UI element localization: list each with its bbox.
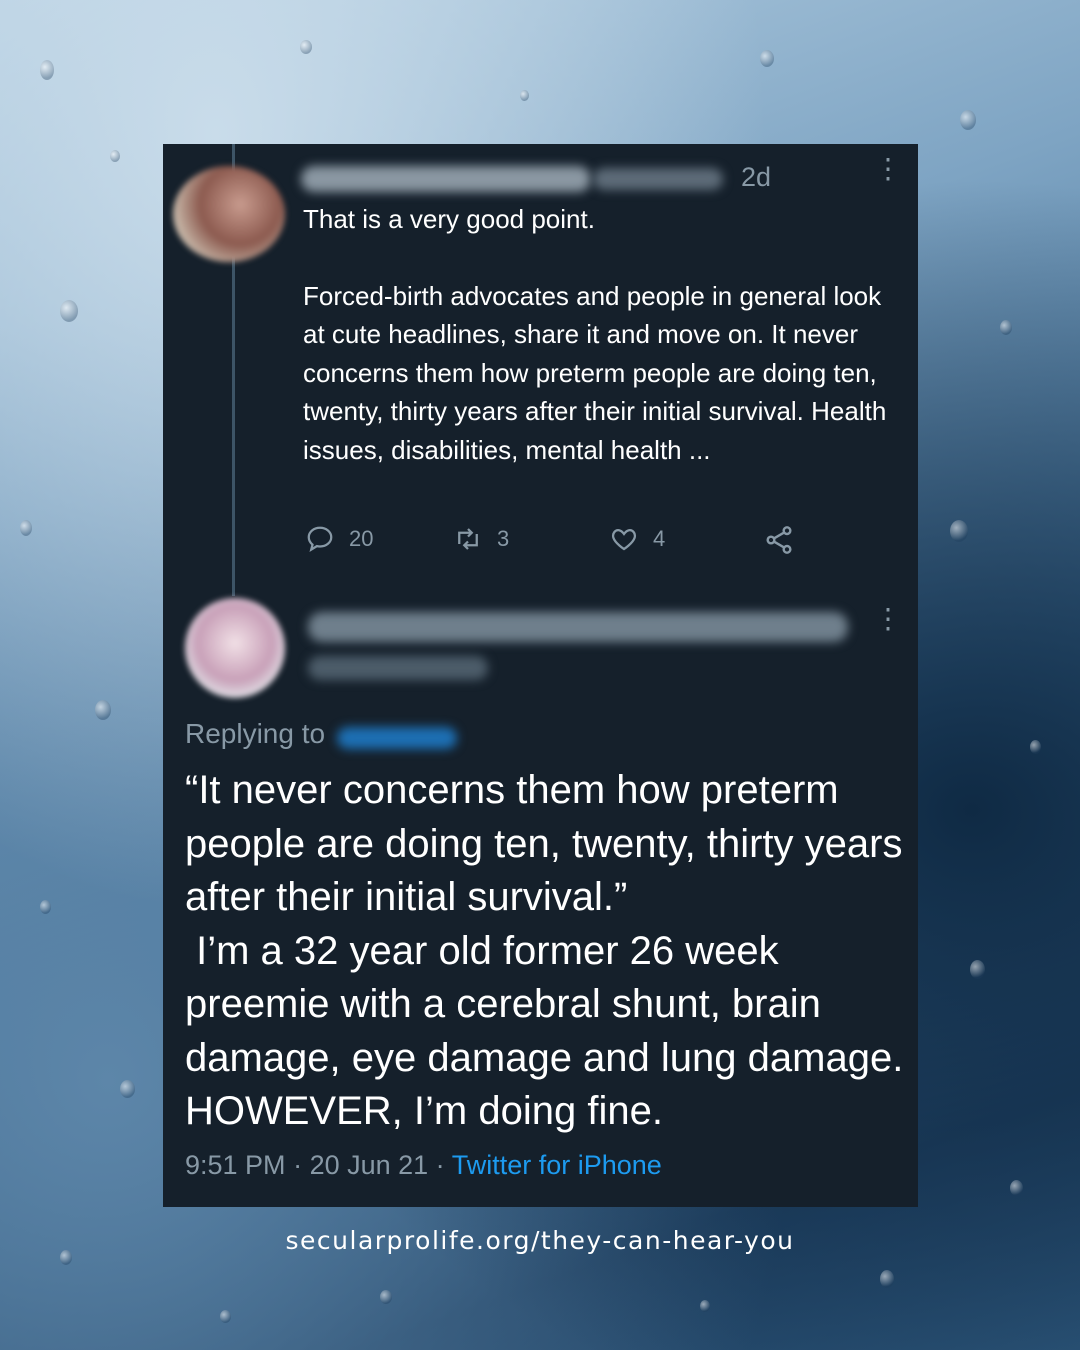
share-icon	[766, 526, 792, 554]
meta-separator: ·	[285, 1150, 310, 1180]
meta-separator: ·	[428, 1150, 452, 1180]
replying-to-label: Replying to	[185, 718, 326, 749]
tweet-paragraph: Forced-birth advocates and people in gen…	[303, 280, 887, 465]
reply-count: 20	[349, 526, 374, 551]
retweet-button[interactable]: 3	[453, 524, 509, 554]
tweet-paragraph: That is a very good point.	[303, 204, 595, 234]
redacted-handle	[308, 656, 488, 680]
retweet-icon	[458, 528, 478, 550]
tweet-body: That is a very good point. Forced-birth …	[303, 200, 903, 507]
redacted-reply-handle[interactable]	[337, 727, 457, 749]
redacted-username	[301, 166, 591, 192]
tweet-date: 20 Jun 21	[309, 1150, 429, 1180]
avatar[interactable]	[173, 166, 285, 262]
more-vertical-icon[interactable]: ⋮	[874, 155, 902, 183]
tweet-meta: 9:51 PM · 20 Jun 21 · Twitter for iPhone	[185, 1150, 662, 1181]
retweet-count: 3	[497, 526, 510, 551]
redacted-handle	[593, 168, 723, 190]
redacted-username	[308, 612, 848, 642]
avatar[interactable]	[185, 598, 285, 698]
tweet-timestamp: 2d	[741, 162, 772, 192]
share-button[interactable]	[763, 524, 795, 556]
tweet-time: 9:51 PM	[185, 1150, 286, 1180]
reply-icon	[307, 526, 333, 553]
tweet-thread-card: 2d ⋮ That is a very good point. Forced-b…	[163, 144, 918, 1207]
reply-button[interactable]: 20	[305, 524, 373, 554]
like-button[interactable]: 4	[609, 524, 665, 554]
more-vertical-icon[interactable]: ⋮	[874, 605, 902, 633]
footer-url: secularprolife.org/they-can-hear-you	[285, 1226, 795, 1255]
main-tweet-text: “It never concerns them how preterm peop…	[185, 768, 904, 1133]
tweet-actions: 20 3 4	[303, 524, 803, 558]
like-count: 4	[653, 526, 666, 551]
heart-icon	[611, 529, 637, 551]
tweet-source-link[interactable]: Twitter for iPhone	[452, 1150, 662, 1180]
